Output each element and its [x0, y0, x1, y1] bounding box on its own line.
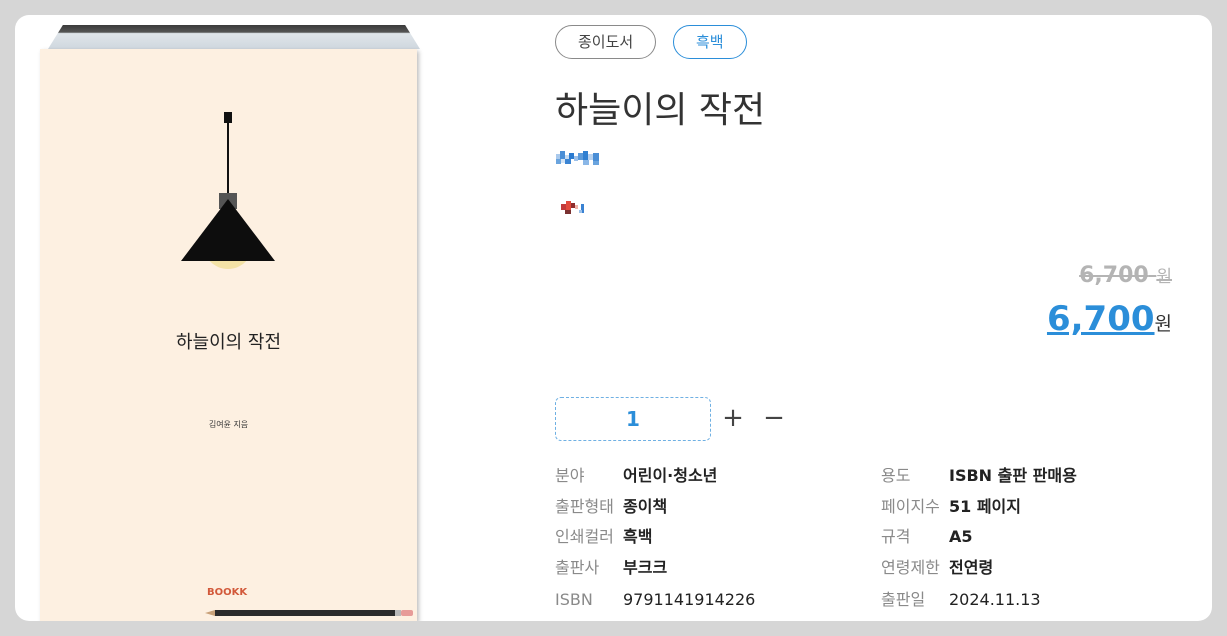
spec-age-limit: 연령제한 전연령: [881, 556, 993, 580]
spec-value: 부크크: [623, 558, 668, 577]
spec-value: 종이책: [623, 497, 668, 516]
spec-label: 출판사: [555, 558, 600, 577]
spec-format: 출판형태 종이책: [555, 495, 667, 519]
spec-value: A5: [949, 527, 973, 546]
format-chip-paper-book[interactable]: 종이도서: [555, 25, 657, 59]
spec-label: 분야: [555, 466, 585, 485]
obscured-author-text: [556, 151, 599, 165]
product-card: 하늘이의 작전 김여윤 지음 BOOKK 종이도서 흑백 하늘이의 작전 6,7…: [15, 15, 1212, 621]
sale-price-unit: 원: [1154, 313, 1172, 335]
book-title: 하늘이의 작전: [555, 90, 766, 131]
spec-value: 흑백: [623, 527, 653, 546]
quantity-decrease-button[interactable]: −: [759, 403, 789, 433]
pencil-icon: [205, 610, 413, 616]
spec-isbn: ISBN 9791141914226: [555, 588, 755, 612]
sale-price: 6,700원: [1047, 299, 1172, 339]
spec-publisher: 출판사 부크크: [555, 556, 667, 580]
spec-label: 연령제한: [881, 558, 940, 577]
spec-print-color: 인쇄컬러 흑백: [555, 525, 652, 549]
original-price-unit: 원: [1156, 267, 1172, 287]
obscured-badge-icon: [561, 201, 584, 214]
cover-title: 하늘이의 작전: [175, 332, 282, 353]
quantity-input[interactable]: 1: [555, 397, 711, 441]
original-price: 6,700 원: [1079, 262, 1172, 288]
cover-publisher-logo: BOOKK: [207, 587, 248, 598]
spec-publish-date: 출판일 2024.11.13: [881, 588, 1041, 612]
spec-usage: 용도 ISBN 출판 판매용: [881, 464, 1077, 488]
book-cover-face: 하늘이의 작전 김여윤 지음 BOOKK: [40, 49, 417, 621]
book-cover-top-edge: [48, 25, 420, 49]
spec-value: 2024.11.13: [949, 590, 1041, 609]
spec-page-count: 페이지수 51 페이지: [881, 495, 1021, 519]
lamp-icon: [181, 112, 275, 269]
quantity-increase-button[interactable]: +: [718, 403, 748, 433]
spec-label: 용도: [881, 466, 911, 485]
print-color-chip[interactable]: 흑백: [673, 25, 747, 59]
spec-value: 어린이·청소년: [623, 466, 718, 485]
spec-size: 규격 A5: [881, 525, 973, 549]
book-cover-image[interactable]: 하늘이의 작전 김여윤 지음 BOOKK: [40, 25, 432, 621]
spec-label: ISBN: [555, 590, 593, 609]
spec-label: 인쇄컬러: [555, 527, 614, 546]
spec-category: 분야 어린이·청소년: [555, 464, 717, 488]
spec-label: 출판일: [881, 590, 926, 609]
spec-value: 51 페이지: [949, 497, 1021, 516]
spec-label: 규격: [881, 527, 911, 546]
cover-author: 김여윤 지음: [208, 420, 249, 429]
spec-value: 9791141914226: [623, 590, 756, 609]
spec-value: ISBN 출판 판매용: [949, 466, 1077, 485]
sale-price-value: 6,700: [1046, 299, 1155, 339]
original-price-value: 6,700: [1079, 263, 1149, 288]
spec-value: 전연령: [949, 558, 994, 577]
spec-label: 출판형태: [555, 497, 614, 516]
spec-label: 페이지수: [881, 497, 940, 516]
